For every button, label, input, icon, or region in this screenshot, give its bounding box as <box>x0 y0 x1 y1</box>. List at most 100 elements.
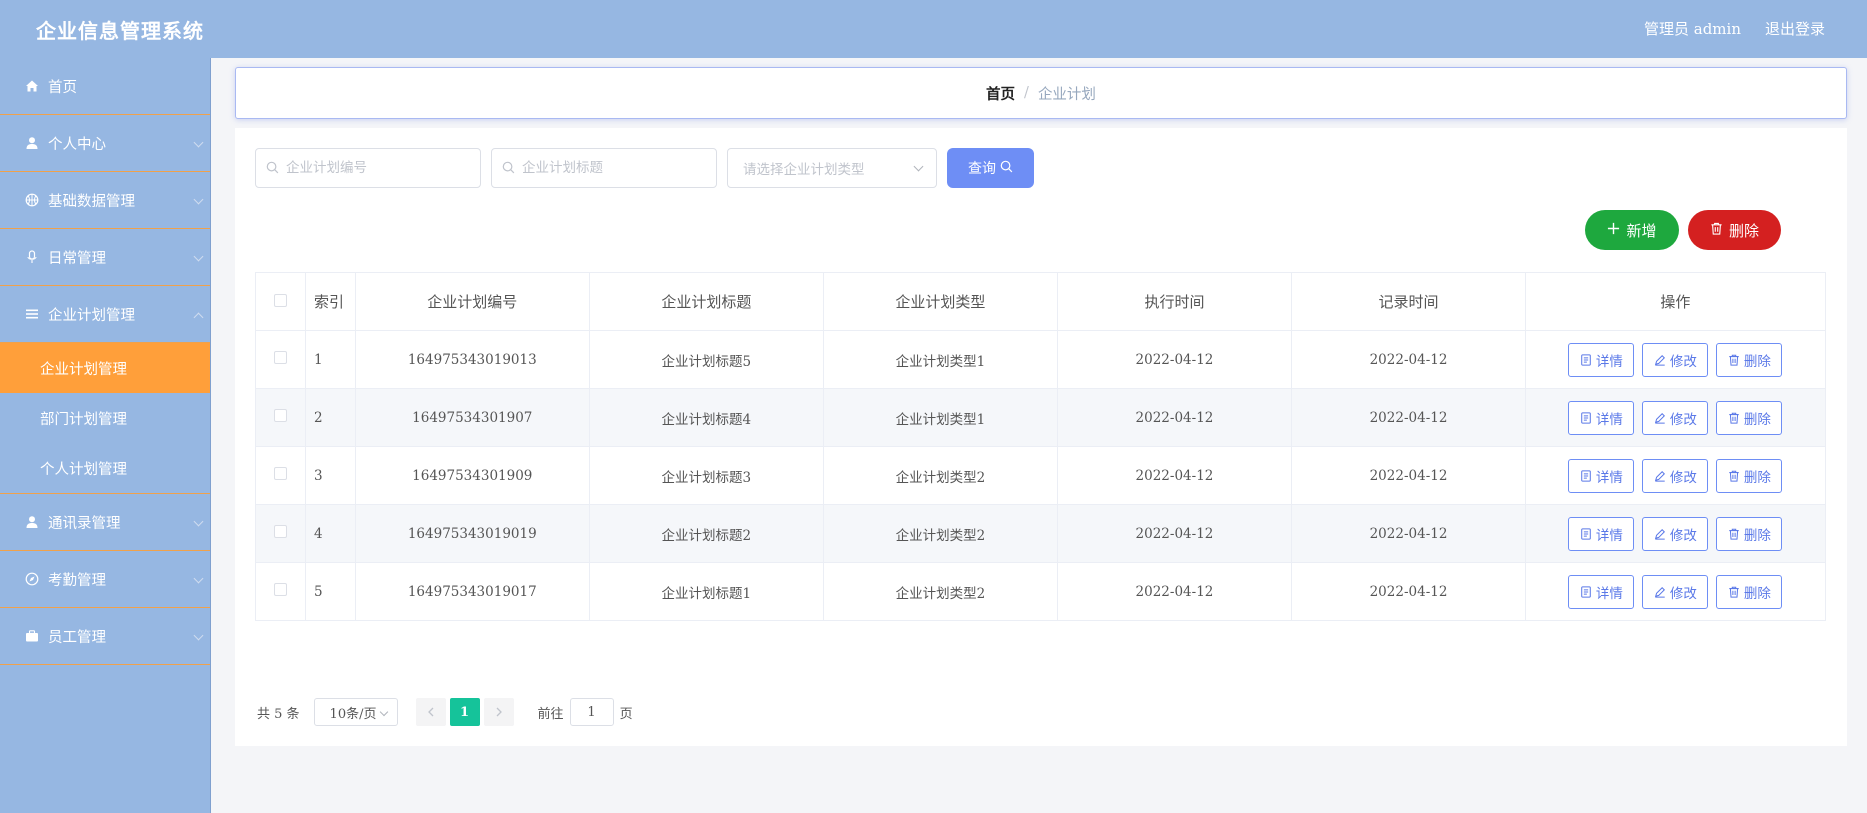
breadcrumb-separator: / <box>1024 85 1029 101</box>
delete-button[interactable]: 删除 <box>1716 574 1783 609</box>
edit-button[interactable]: 修改 <box>1642 342 1709 377</box>
plus-icon <box>1607 221 1620 239</box>
table-row: 5 164975343019017 企业计划标题1 企业计划类型2 2022-04-12… <box>254 562 1827 621</box>
chevron-right-icon <box>496 707 502 717</box>
cell-ops: 详情 修改 删除 <box>1524 388 1827 447</box>
delete-button[interactable]: 删除 <box>1716 458 1783 493</box>
document-icon <box>1580 469 1592 482</box>
page-size-select[interactable]: 10条/页 <box>313 698 398 726</box>
plan-type-select[interactable]: 请选择企业计划类型 <box>727 148 937 188</box>
cell-index: 5 <box>305 562 357 621</box>
delete-button[interactable]: 删除 <box>1716 516 1783 551</box>
search-bar: 请选择企业计划类型 查询 <box>255 148 1034 188</box>
home-icon <box>24 78 40 94</box>
edit-icon <box>1654 528 1666 540</box>
delete-button[interactable]: 删除 <box>1716 342 1783 377</box>
cell-record-time: 2022-04-12 <box>1291 388 1526 447</box>
delete-button[interactable]: 删除 <box>1716 400 1783 435</box>
submenu-item-personal-plan[interactable]: 个人计划管理 <box>0 443 210 493</box>
cell-exec-time: 2022-04-12 <box>1056 562 1293 621</box>
edit-button[interactable]: 修改 <box>1642 516 1709 551</box>
col-header-record-time: 记录时间 <box>1291 272 1526 331</box>
sidebar-item-attendance[interactable]: 考勤管理 <box>0 551 210 608</box>
goto-page-input[interactable] <box>569 698 614 726</box>
sidebar-item-label: 企业计划管理 <box>48 307 135 324</box>
cell-index: 4 <box>305 504 357 563</box>
cell-exec-time: 2022-04-12 <box>1056 446 1293 505</box>
edit-button[interactable]: 修改 <box>1642 400 1709 435</box>
delete-button-label: 删除 <box>1743 469 1771 486</box>
query-button[interactable]: 查询 <box>947 148 1034 188</box>
trash-icon <box>1728 412 1740 424</box>
detail-button[interactable]: 详情 <box>1568 400 1635 435</box>
cell-exec-time: 2022-04-12 <box>1056 388 1293 447</box>
logout-link[interactable]: 退出登录 <box>1765 18 1825 39</box>
cell-type: 企业计划类型1 <box>823 388 1058 447</box>
row-checkbox[interactable] <box>274 467 287 480</box>
select-all-cell <box>254 272 307 331</box>
sidebar-item-enterprise-plan[interactable]: 企业计划管理 <box>0 286 210 343</box>
search-icon <box>502 161 516 175</box>
edit-button[interactable]: 修改 <box>1642 458 1709 493</box>
cell-title: 企业计划标题1 <box>588 562 825 621</box>
row-checkbox[interactable] <box>274 409 287 422</box>
breadcrumb-home[interactable]: 首页 <box>986 83 1015 104</box>
submenu-item-enterprise-plan[interactable]: 企业计划管理 <box>0 343 210 393</box>
cell-exec-time: 2022-04-12 <box>1056 504 1293 563</box>
submenu-item-department-plan[interactable]: 部门计划管理 <box>0 393 210 443</box>
cell-record-time: 2022-04-12 <box>1291 562 1526 621</box>
detail-button[interactable]: 详情 <box>1568 458 1635 493</box>
sidebar-item-contacts[interactable]: 通讯录管理 <box>0 494 210 551</box>
detail-button[interactable]: 详情 <box>1568 342 1635 377</box>
sidebar-item-label: 首页 <box>48 79 77 96</box>
document-icon <box>1580 527 1592 540</box>
pagination-total: 共 5 条 <box>257 706 300 722</box>
enterprise-plan-submenu: 企业计划管理 部门计划管理 个人计划管理 <box>0 343 210 494</box>
row-checkbox[interactable] <box>274 525 287 538</box>
plan-title-search <box>491 148 717 188</box>
page-number-current[interactable]: 1 <box>449 698 480 726</box>
row-checkbox[interactable] <box>274 583 287 596</box>
top-header: 企业信息管理系统 管理员 admin 退出登录 <box>0 0 1867 58</box>
detail-button[interactable]: 详情 <box>1568 574 1635 609</box>
edit-button-label: 修改 <box>1669 469 1697 486</box>
delete-button-label: 删除 <box>1743 527 1771 544</box>
cell-type: 企业计划类型2 <box>823 446 1058 505</box>
cell-code: 164975343019013 <box>355 330 590 389</box>
next-page-button[interactable] <box>483 698 514 726</box>
row-select-cell <box>254 562 307 621</box>
detail-button[interactable]: 详情 <box>1568 516 1635 551</box>
col-header-ops: 操作 <box>1524 272 1827 331</box>
add-button-label: 新增 <box>1626 221 1657 240</box>
chevron-down-icon <box>193 251 204 262</box>
plan-code-input[interactable] <box>286 160 466 176</box>
menu-icon <box>24 306 40 322</box>
sidebar-item-daily[interactable]: 日常管理 <box>0 229 210 286</box>
batch-delete-button[interactable]: 删除 <box>1688 210 1781 250</box>
col-header-type: 企业计划类型 <box>823 272 1058 331</box>
prev-page-button[interactable] <box>415 698 446 726</box>
microphone-icon <box>24 249 40 265</box>
sidebar-item-employees[interactable]: 员工管理 <box>0 608 210 665</box>
chevron-down-icon <box>193 137 204 148</box>
edit-icon <box>1654 354 1666 366</box>
add-button[interactable]: 新增 <box>1585 210 1679 250</box>
table-header-row: 索引 企业计划编号 企业计划标题 企业计划类型 执行时间 记录时间 操作 <box>254 272 1827 331</box>
row-actions: 详情 修改 删除 <box>1526 400 1825 435</box>
edit-button[interactable]: 修改 <box>1642 574 1709 609</box>
row-checkbox[interactable] <box>274 351 287 364</box>
table-row: 2 16497534301907 企业计划标题4 企业计划类型1 2022-04-12 2… <box>254 388 1827 447</box>
select-all-checkbox[interactable] <box>274 293 287 307</box>
chevron-down-icon <box>379 707 388 717</box>
batch-delete-label: 删除 <box>1728 221 1759 240</box>
sidebar-item-home[interactable]: 首页 <box>0 58 210 115</box>
cell-ops: 详情 修改 删除 <box>1524 446 1827 505</box>
trash-icon <box>1728 354 1740 366</box>
sidebar-item-personal-center[interactable]: 个人中心 <box>0 115 210 172</box>
row-actions: 详情 修改 删除 <box>1526 342 1825 377</box>
row-select-cell <box>254 504 307 563</box>
chevron-down-icon <box>193 194 204 205</box>
plan-type-placeholder: 请选择企业计划类型 <box>743 162 865 178</box>
sidebar-item-basic-data[interactable]: 基础数据管理 <box>0 172 210 229</box>
plan-title-input[interactable] <box>522 160 702 176</box>
